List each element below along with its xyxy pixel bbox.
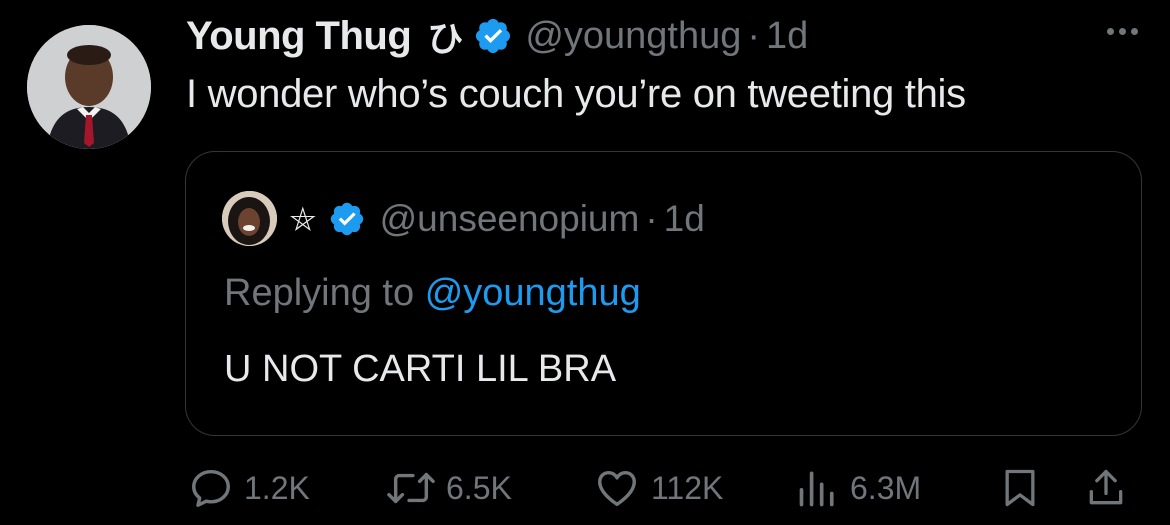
like-button[interactable]: 112K [593, 460, 723, 516]
views-icon [799, 471, 834, 507]
quoted-author-avatar[interactable] [222, 191, 277, 246]
quoted-tweet-text: U NOT CARTI LIL BRA [224, 348, 617, 390]
separator-dot: · [645, 198, 658, 239]
action-bar: 1.2K 6.5K 112K 6.3M [0, 460, 1170, 516]
views-count: 6.3M [850, 469, 922, 506]
more-dot-icon [1119, 28, 1126, 35]
replying-to-label: Replying to [224, 272, 415, 314]
author-avatar[interactable] [27, 25, 151, 149]
author-display-name[interactable]: Young Thug [186, 14, 412, 59]
replying-to-line: Replying to @youngthug [224, 272, 641, 315]
verified-badge-icon [476, 18, 511, 54]
quoted-tweet[interactable]: ⛤ @unseenopium · 1d Replying to @youngth… [185, 151, 1142, 436]
retweet-button[interactable]: 6.5K [386, 460, 512, 516]
quoted-tweet-header: ⛤ @unseenopium · 1d [290, 194, 705, 244]
reply-icon [192, 469, 230, 507]
like-count: 112K [651, 469, 724, 506]
retweet-icon [387, 472, 435, 504]
author-name-emoji: ひ [427, 19, 464, 60]
verified-badge-icon [330, 202, 363, 236]
quoted-author-avatar-image [222, 191, 277, 246]
bookmark-icon [1005, 469, 1035, 507]
more-options-button[interactable] [1107, 28, 1138, 35]
author-avatar-image [27, 25, 151, 149]
views-button[interactable]: 6.3M [796, 460, 921, 516]
tweet-timestamp[interactable]: 1d [766, 15, 808, 58]
share-icon [1089, 469, 1123, 505]
share-button[interactable] [1084, 460, 1128, 516]
quoted-author-handle[interactable]: @unseenopium [380, 198, 640, 240]
separator-dot: · [747, 14, 761, 57]
more-dot-icon [1107, 28, 1114, 35]
more-dot-icon [1131, 28, 1138, 35]
quoted-tweet-timestamp[interactable]: 1d [664, 198, 705, 240]
retweet-count: 6.5K [446, 469, 512, 506]
quoted-author-display-name[interactable]: ⛤ [290, 200, 316, 239]
replying-to-mention-link[interactable]: @youngthug [425, 272, 641, 314]
tweet[interactable]: Young Thug ひ @youngthug · 1d I wonder wh… [0, 0, 1170, 525]
heart-icon [598, 470, 636, 507]
tweet-header: Young Thug ひ @youngthug · 1d [186, 12, 808, 61]
bookmark-button[interactable] [998, 460, 1042, 516]
tweet-text: I wonder who’s couch you’re on tweeting … [186, 72, 966, 116]
author-handle[interactable]: @youngthug [525, 15, 741, 58]
reply-count: 1.2K [244, 469, 310, 506]
reply-button[interactable]: 1.2K [188, 460, 310, 516]
